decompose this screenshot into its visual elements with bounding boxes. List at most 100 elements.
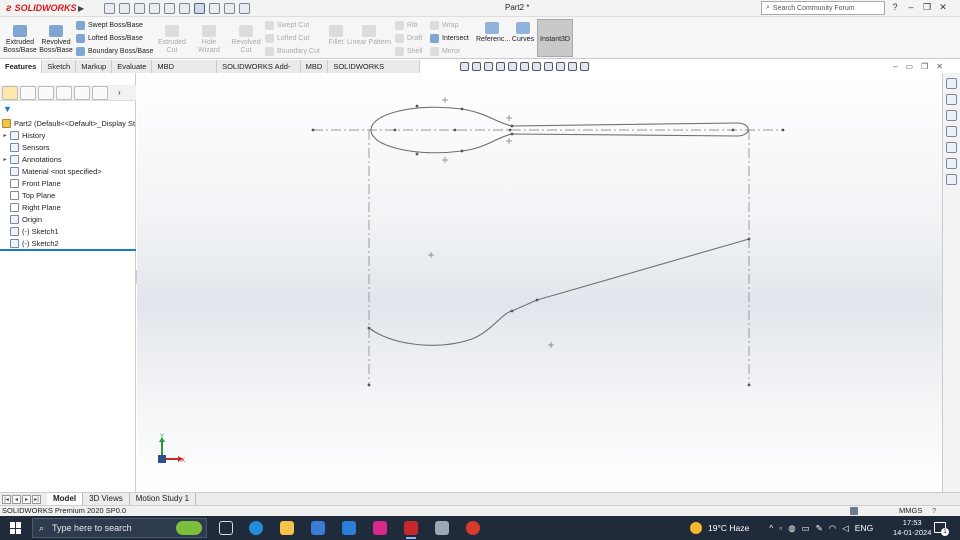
task-view-icon[interactable]	[219, 521, 233, 535]
sketch-point[interactable]	[460, 149, 464, 153]
file-properties-icon[interactable]	[224, 2, 235, 14]
view-settings-icon[interactable]	[580, 62, 589, 71]
extruded-cut-button[interactable]: Extruded Cut	[156, 25, 188, 55]
expand-arrow-icon[interactable]: ▸	[0, 132, 10, 139]
file-explorer-icon[interactable]	[946, 110, 957, 121]
cam-tab-icon[interactable]	[92, 86, 108, 100]
print-icon[interactable]	[164, 2, 175, 14]
edge-icon[interactable]	[249, 521, 263, 535]
solidworks-resources-icon[interactable]	[946, 78, 957, 89]
next-tab-arrow-icon[interactable]: ▸	[22, 494, 31, 504]
sketch-point[interactable]	[460, 107, 464, 111]
tray-battery-icon[interactable]: ▭	[802, 523, 810, 534]
sketch-point[interactable]	[510, 132, 514, 136]
windows-start-icon[interactable]	[10, 522, 22, 534]
mail-icon[interactable]	[342, 521, 356, 535]
revolved-boss-button[interactable]: Revolved Boss/Base	[39, 25, 73, 55]
select-icon[interactable]	[194, 2, 205, 14]
previous-view-icon[interactable]	[484, 62, 493, 71]
apply-scene-icon[interactable]	[568, 62, 577, 71]
draft-button[interactable]: Draft	[395, 34, 422, 43]
revolved-cut-button[interactable]: Revolved Cut	[230, 25, 262, 55]
microsoft-store-icon[interactable]	[311, 521, 325, 535]
tree-root-part[interactable]: Part2 (Default<<Default>_Display St	[0, 117, 136, 129]
section-view-icon[interactable]	[496, 62, 505, 71]
sketch-point[interactable]	[747, 237, 751, 241]
expand-arrow-icon[interactable]: ▸	[0, 156, 10, 163]
rollback-bar[interactable]	[0, 249, 136, 251]
appearances-icon[interactable]	[946, 142, 957, 153]
sketch-point[interactable]	[510, 309, 514, 313]
sketch-point[interactable]	[510, 124, 514, 128]
taskbar-search-box[interactable]: ⌕ Type here to search	[32, 518, 207, 538]
community-search-input[interactable]: ⌕ Search Community Forum	[761, 1, 885, 15]
tree-item[interactable]: Top Plane	[0, 189, 136, 201]
viewport-restore-icon[interactable]: ❐	[921, 62, 928, 71]
dimxpert-tab-icon[interactable]	[56, 86, 72, 100]
tree-item[interactable]: Right Plane	[0, 201, 136, 213]
weather-text[interactable]: 19°C Haze	[708, 523, 749, 533]
home-icon[interactable]	[104, 2, 115, 14]
menu-expand-icon[interactable]: ▶	[78, 4, 86, 13]
zoom-to-fit-icon[interactable]	[460, 62, 469, 71]
graphics-area[interactable]: Y X	[137, 73, 942, 492]
restore-icon[interactable]: ❐	[922, 2, 932, 12]
save-icon[interactable]	[149, 2, 160, 14]
minimize-icon[interactable]: –	[906, 2, 916, 12]
feature-tree-tab-icon[interactable]	[2, 86, 18, 100]
bottom-tab-motion-study-1[interactable]: Motion Study 1	[130, 493, 197, 505]
filter-icon[interactable]: ▼	[3, 104, 12, 114]
sketch-point[interactable]	[367, 326, 371, 330]
custom-properties-icon[interactable]	[946, 158, 957, 169]
design-library-icon[interactable]	[946, 94, 957, 105]
tab-sketch[interactable]: Sketch	[42, 60, 77, 73]
view-orientation-icon[interactable]	[520, 62, 529, 71]
forum-icon[interactable]	[946, 174, 957, 185]
swept-cut-button[interactable]: Swept Cut	[265, 21, 309, 30]
boundary-boss-button[interactable]: Boundary Boss/Base	[76, 47, 153, 56]
display-manager-tab-icon[interactable]	[74, 86, 90, 100]
tab-solidworks-add-ins[interactable]: SOLIDWORKS Add-Ins	[217, 60, 301, 84]
prev-tab-arrow-icon[interactable]: ◂	[12, 494, 21, 504]
sketch-point[interactable]	[747, 383, 751, 387]
sketch-point[interactable]	[415, 152, 419, 156]
wifi-icon[interactable]: ◠	[829, 523, 836, 534]
first-tab-arrow-icon[interactable]: |◂	[2, 494, 11, 504]
sketch-point[interactable]	[508, 128, 512, 132]
solidworks-file-utilities-icon[interactable]	[435, 521, 449, 535]
display-style-icon[interactable]	[532, 62, 541, 71]
sketch-point[interactable]	[393, 128, 397, 132]
more-tabs-chevron-icon[interactable]: ›	[118, 85, 121, 100]
instagram-icon[interactable]	[373, 521, 387, 535]
spoon-side-profile[interactable]	[368, 238, 750, 346]
undo-icon[interactable]	[179, 2, 190, 14]
sketch-point[interactable]	[781, 128, 785, 132]
dynamic-annotation-icon[interactable]	[508, 62, 517, 71]
close-icon[interactable]: ✕	[938, 2, 948, 12]
tree-item[interactable]: (-) Sketch1	[0, 225, 136, 237]
curves-button[interactable]: Curves	[511, 22, 535, 44]
sketch-point[interactable]	[453, 128, 457, 132]
rib-button[interactable]: Rib	[395, 21, 418, 30]
language-indicator[interactable]: ENG	[855, 523, 873, 533]
notification-center-icon[interactable]: 1	[934, 522, 949, 536]
sketch-point[interactable]	[535, 298, 539, 302]
tray-pen-icon[interactable]: ✎	[816, 523, 823, 534]
view-palette-icon[interactable]	[946, 126, 957, 137]
volume-icon[interactable]: ◁	[842, 523, 849, 534]
rebuild-indicator-icon[interactable]	[850, 507, 858, 515]
tree-item[interactable]: Sensors	[0, 141, 136, 153]
tab-mbd[interactable]: MBD	[300, 60, 329, 73]
unit-system[interactable]: MMGS	[899, 506, 922, 516]
tab-solidworks-inspection[interactable]: SOLIDWORKS Inspection	[328, 60, 420, 84]
options-gear-icon[interactable]	[239, 2, 250, 14]
wrap-button[interactable]: Wrap	[430, 21, 459, 30]
fillet-button[interactable]: Fillet	[326, 25, 346, 47]
sketch-point[interactable]	[415, 104, 419, 108]
solidworks-taskbar-icon[interactable]	[404, 521, 418, 539]
new-document-icon[interactable]	[119, 2, 130, 14]
tray-device-icon[interactable]: ▫	[779, 523, 782, 533]
boundary-cut-button[interactable]: Boundary Cut	[265, 47, 320, 56]
tab-markup[interactable]: Markup	[76, 60, 113, 73]
tray-network-icon[interactable]: ◍	[788, 523, 795, 534]
